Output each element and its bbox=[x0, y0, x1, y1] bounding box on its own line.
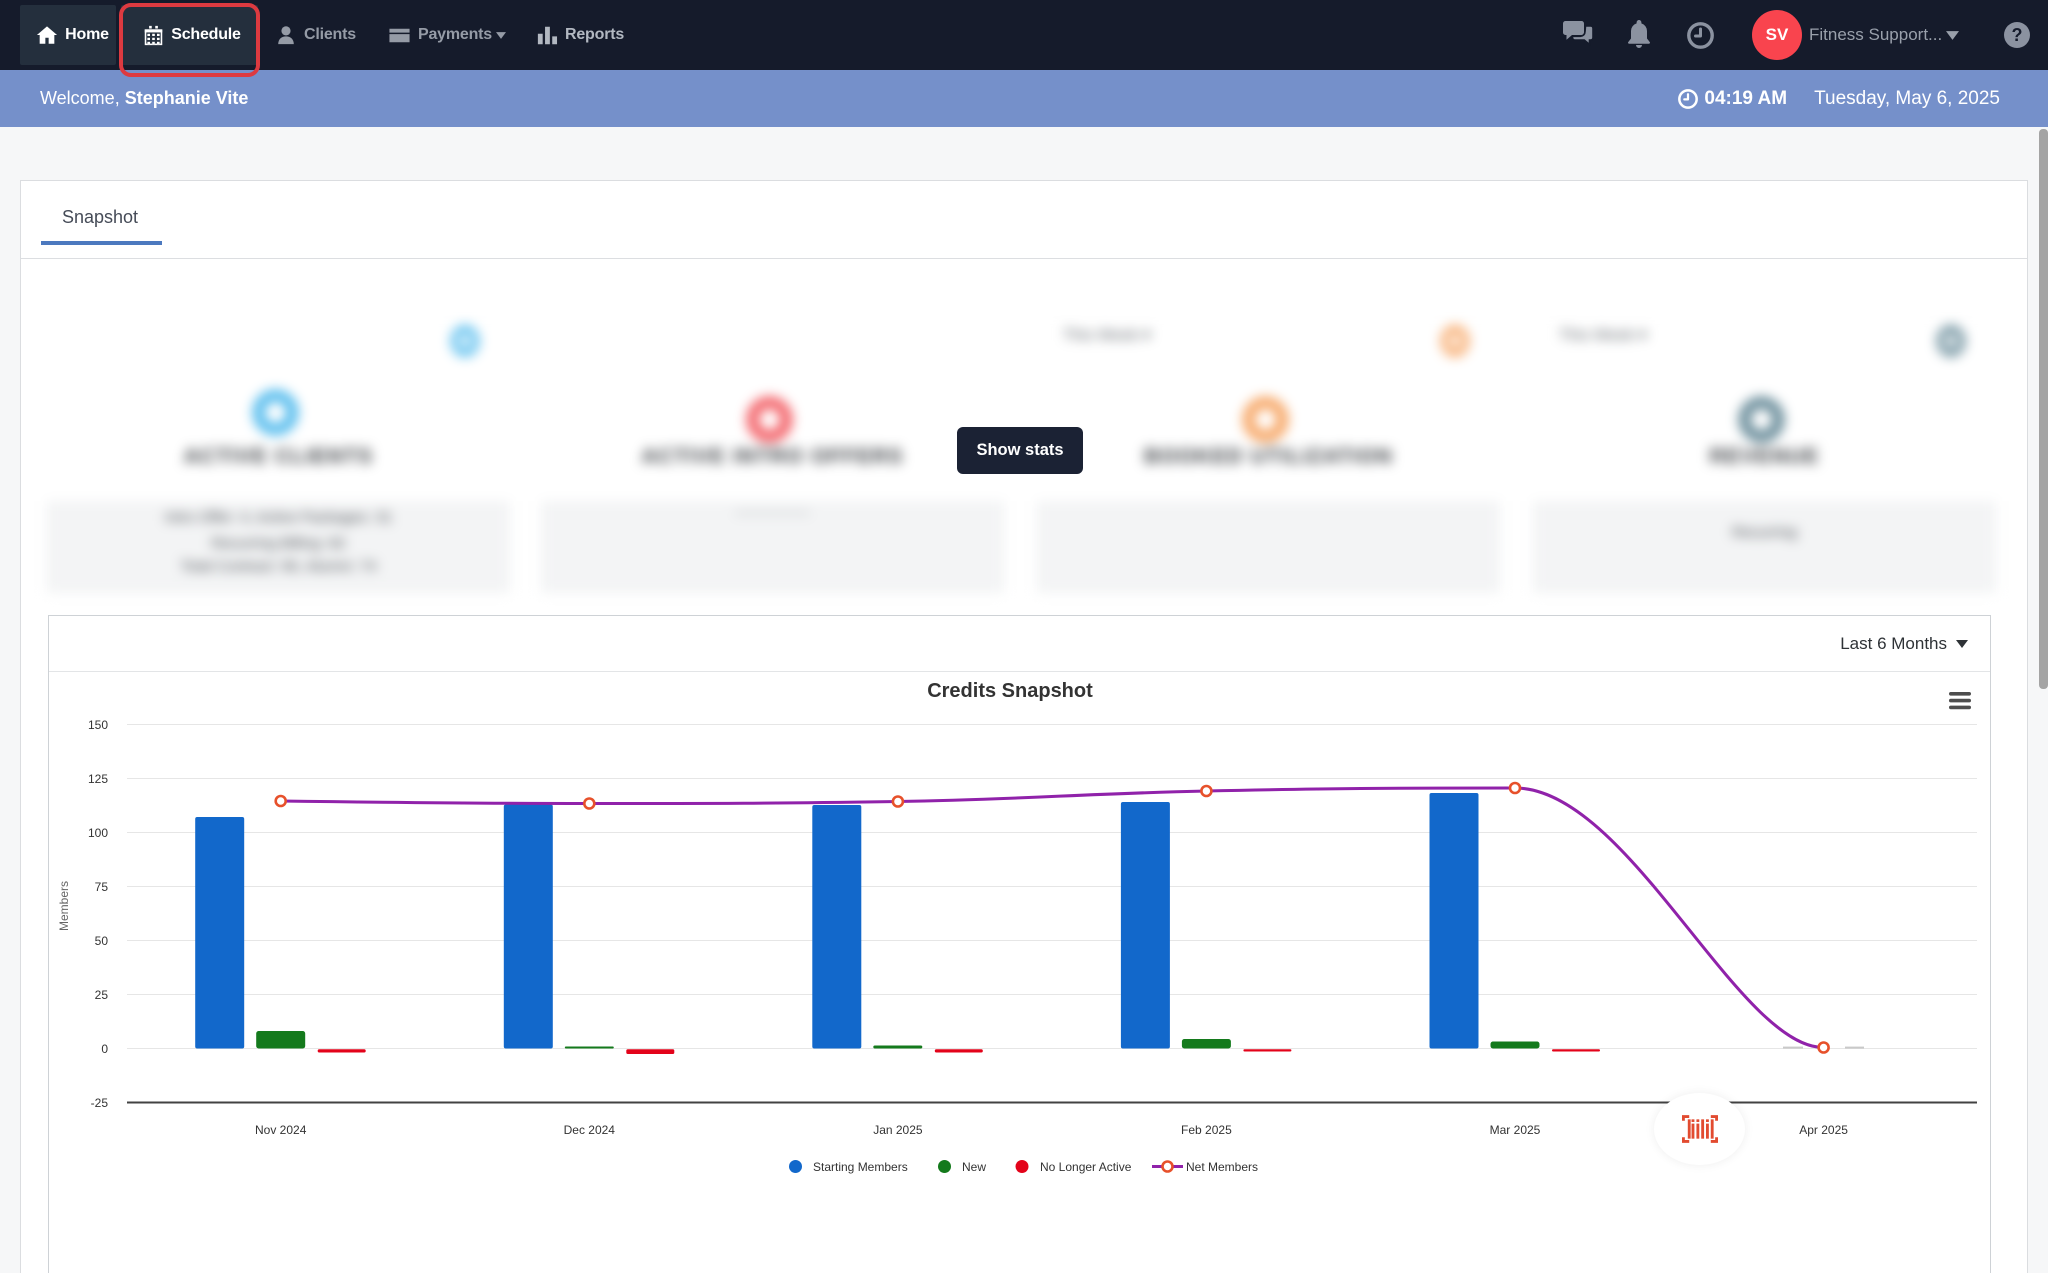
svg-text:150: 150 bbox=[88, 718, 108, 732]
svg-text:75: 75 bbox=[95, 880, 109, 894]
svg-text:100: 100 bbox=[88, 826, 108, 840]
svg-text:Credits Snapshot: Credits Snapshot bbox=[927, 680, 1093, 702]
svg-text:No Longer Active: No Longer Active bbox=[1040, 1160, 1132, 1174]
svg-text:Apr 2025: Apr 2025 bbox=[1799, 1123, 1848, 1137]
svg-text:Mar 2025: Mar 2025 bbox=[1490, 1123, 1541, 1137]
svg-text:125: 125 bbox=[88, 772, 108, 786]
svg-text:-25: -25 bbox=[91, 1096, 109, 1110]
svg-text:Members: Members bbox=[57, 881, 71, 931]
svg-text:0: 0 bbox=[101, 1042, 108, 1056]
svg-text:Net Members: Net Members bbox=[1186, 1160, 1258, 1174]
svg-text:Nov 2024: Nov 2024 bbox=[255, 1123, 307, 1137]
svg-text:New: New bbox=[962, 1160, 986, 1174]
svg-text:50: 50 bbox=[95, 934, 109, 948]
svg-text:Jan 2025: Jan 2025 bbox=[873, 1123, 923, 1137]
svg-text:Dec 2024: Dec 2024 bbox=[564, 1123, 616, 1137]
svg-text:Feb 2025: Feb 2025 bbox=[1181, 1123, 1232, 1137]
svg-text:25: 25 bbox=[95, 988, 109, 1002]
svg-text:Starting Members: Starting Members bbox=[813, 1160, 908, 1174]
